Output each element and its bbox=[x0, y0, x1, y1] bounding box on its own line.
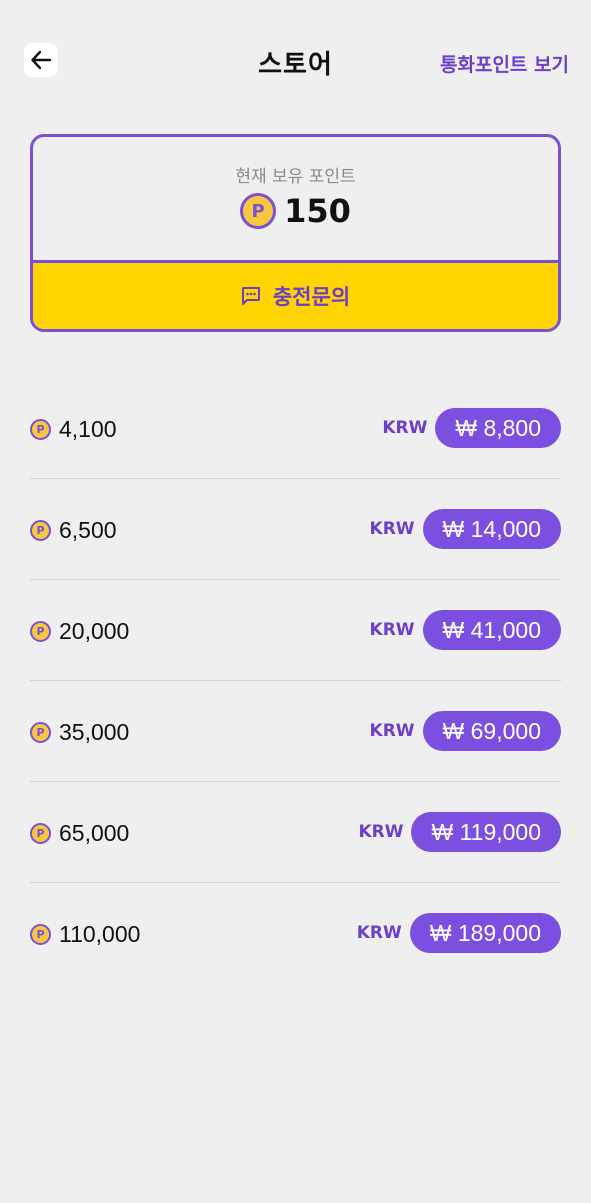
package-row[interactable]: P 65,000 KRW ₩ 119,000 bbox=[30, 782, 561, 883]
header: 스토어 통화포인트 보기 bbox=[0, 0, 591, 120]
package-row[interactable]: P 20,000 KRW ₩ 41,000 bbox=[30, 580, 561, 681]
point-coin-icon: P bbox=[240, 193, 277, 229]
recharge-inquiry-button[interactable]: 충전문의 bbox=[33, 263, 558, 329]
currency-label: KRW bbox=[369, 620, 415, 640]
point-coin-icon: P bbox=[30, 419, 51, 440]
point-coin-icon: P bbox=[30, 520, 51, 541]
currency-label: KRW bbox=[369, 519, 415, 539]
point-coin-icon: P bbox=[30, 823, 51, 844]
package-points: 4,100 bbox=[59, 416, 117, 442]
currency-label: KRW bbox=[356, 923, 402, 943]
package-row[interactable]: P 6,500 KRW ₩ 14,000 bbox=[30, 479, 561, 580]
currency-label: KRW bbox=[369, 721, 415, 741]
balance-card: 현재 보유 포인트 P 150 충전문의 bbox=[30, 134, 561, 332]
package-row[interactable]: P 4,100 KRW ₩ 8,800 bbox=[30, 378, 561, 479]
price-button[interactable]: ₩ 41,000 bbox=[422, 610, 561, 650]
package-points: 6,500 bbox=[59, 517, 117, 543]
package-list: P 4,100 KRW ₩ 8,800 P 6,500 KRW ₩ 14,000… bbox=[30, 378, 561, 984]
chat-bubble-icon bbox=[241, 287, 260, 305]
recharge-label: 충전문의 bbox=[272, 285, 351, 309]
price-button[interactable]: ₩ 119,000 bbox=[411, 812, 561, 852]
point-coin-icon: P bbox=[30, 722, 51, 743]
price-button[interactable]: ₩ 8,800 bbox=[435, 408, 561, 448]
balance-value: 150 bbox=[284, 192, 351, 230]
balance-label: 현재 보유 포인트 bbox=[235, 167, 356, 187]
package-row[interactable]: P 110,000 KRW ₩ 189,000 bbox=[30, 883, 561, 984]
currency-label: KRW bbox=[382, 418, 428, 438]
package-points: 110,000 bbox=[59, 921, 141, 947]
price-button[interactable]: ₩ 189,000 bbox=[409, 913, 561, 953]
point-coin-icon: P bbox=[30, 924, 51, 945]
package-points: 65,000 bbox=[59, 820, 130, 846]
view-points-link[interactable]: 통화포인트 보기 bbox=[440, 50, 569, 77]
balance-section: 현재 보유 포인트 P 150 bbox=[33, 137, 558, 263]
point-coin-icon: P bbox=[30, 621, 51, 642]
package-points: 35,000 bbox=[59, 719, 130, 745]
price-button[interactable]: ₩ 69,000 bbox=[422, 711, 561, 751]
currency-label: KRW bbox=[358, 822, 404, 842]
package-row[interactable]: P 35,000 KRW ₩ 69,000 bbox=[30, 681, 561, 782]
balance-value-row: P 150 bbox=[33, 193, 558, 229]
package-points: 20,000 bbox=[59, 618, 130, 644]
price-button[interactable]: ₩ 14,000 bbox=[422, 509, 561, 549]
